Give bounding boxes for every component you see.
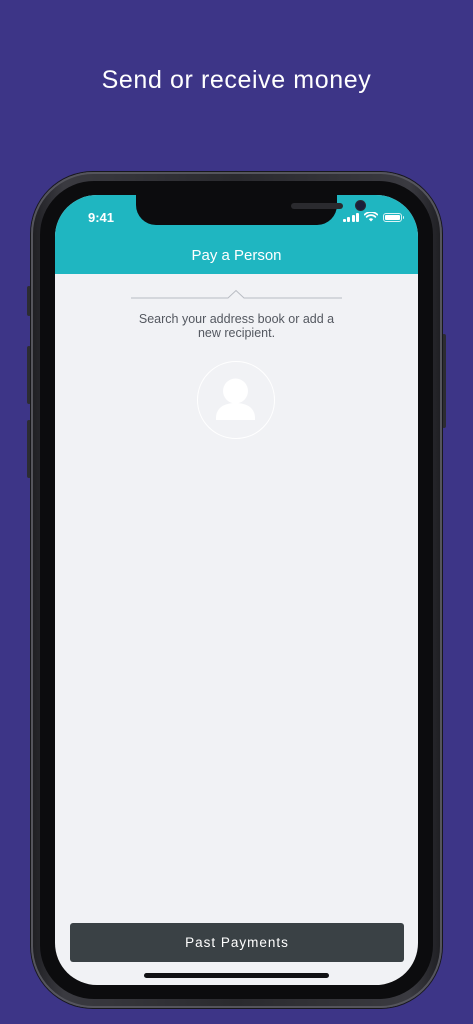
past-payments-button[interactable]: Past Payments bbox=[70, 923, 404, 962]
wifi-icon bbox=[364, 212, 378, 222]
section-pointer-divider bbox=[131, 289, 342, 299]
home-indicator[interactable] bbox=[144, 973, 329, 978]
status-icons bbox=[342, 212, 404, 222]
front-camera bbox=[356, 201, 365, 210]
phone-screen: 9:41 Pay a Person Search your address bo… bbox=[55, 195, 418, 985]
cellular-signal-icon bbox=[342, 212, 359, 222]
promo-headline: Send or receive money bbox=[101, 66, 372, 94]
search-hint-line-2: new recipient. bbox=[197, 326, 276, 340]
page-title: Pay a Person bbox=[191, 247, 282, 264]
power-button bbox=[442, 334, 446, 428]
add-recipient-avatar-button[interactable] bbox=[197, 361, 275, 439]
battery-icon bbox=[383, 213, 404, 222]
promo-page: Send or receive money 9:41 Pay a Person … bbox=[0, 0, 473, 1024]
search-hint-line-1: Search your address book or add a bbox=[138, 312, 335, 326]
person-icon bbox=[216, 378, 255, 420]
search-hint: Search your address book or add a new re… bbox=[115, 312, 358, 340]
speaker-grille bbox=[291, 203, 343, 209]
status-time: 9:41 bbox=[88, 210, 115, 225]
phone-notch bbox=[136, 195, 365, 225]
